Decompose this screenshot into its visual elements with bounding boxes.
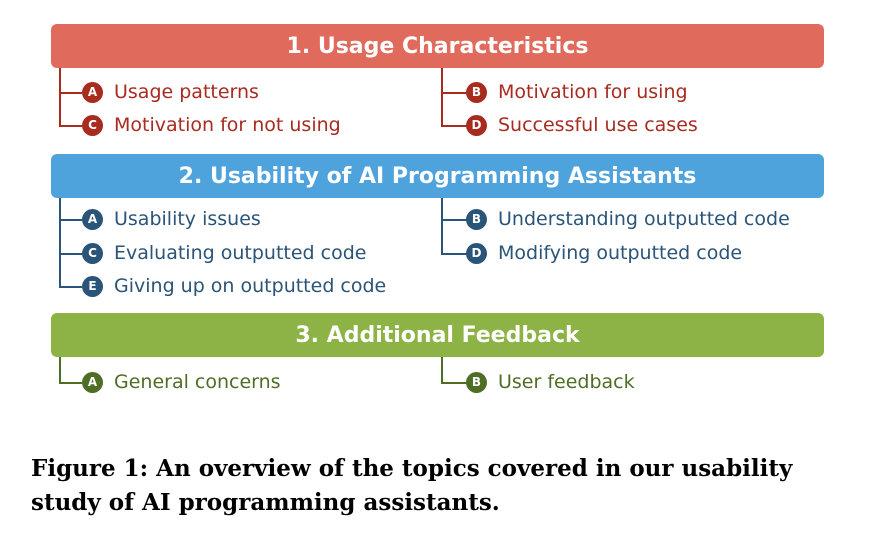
badge-b-icon: B [466,81,487,103]
topic-label: Successful use cases [498,114,698,136]
badge-e-icon: E [82,275,103,297]
tree-branch [441,125,468,127]
topic-label: Usability issues [114,208,261,230]
tree-branch [441,253,468,255]
topic-label: Giving up on outputted code [114,275,387,297]
tree-branch [441,382,468,384]
topic-item: E Giving up on outputted code [82,274,386,298]
tree-branch [59,286,82,288]
topic-label: General concerns [114,371,281,393]
tree-connector [59,68,61,125]
section-header: 2. Usability of AI Programming Assistant… [51,154,824,198]
topic-item: C Evaluating outputted code [82,241,366,265]
badge-d-icon: D [466,114,487,136]
figure-caption: Figure 1: An overview of the topics cove… [31,455,793,516]
badge-a-icon: A [82,81,103,103]
badge-c-icon: C [82,242,103,264]
badge-a-icon: A [82,371,103,393]
tree-branch [441,92,468,94]
topic-item: B Motivation for using [466,80,688,104]
tree-connector [59,198,61,286]
section-header: 1. Usage Characteristics [51,24,824,68]
tree-connector [59,357,61,382]
tree-branch [59,125,82,127]
topic-label: Evaluating outputted code [114,242,367,264]
topic-item: A Usage patterns [82,80,259,104]
badge-c-icon: C [82,114,103,136]
topic-item: A Usability issues [82,207,261,231]
topic-label: User feedback [498,371,635,393]
badge-a-icon: A [82,208,103,230]
topic-label: Motivation for using [498,81,688,103]
topic-label: Usage patterns [114,81,259,103]
topic-item: D Successful use cases [466,113,698,137]
badge-b-icon: B [466,208,487,230]
topic-label: Understanding outputted code [498,208,790,230]
topic-label: Modifying outputted code [498,242,743,264]
topic-item: D Modifying outputted code [466,241,742,265]
badge-d-icon: D [466,242,487,264]
tree-branch [441,219,468,221]
section-header: 3. Additional Feedback [51,313,824,357]
tree-connector [441,198,443,253]
topic-item: C Motivation for not using [82,113,341,137]
tree-connector [441,357,443,382]
tree-branch [59,253,82,255]
tree-branch [59,219,82,221]
topic-item: B Understanding outputted code [466,207,790,231]
badge-b-icon: B [466,371,487,393]
tree-branch [59,382,82,384]
tree-branch [59,92,82,94]
topic-item: A General concerns [82,370,281,394]
topic-label: Motivation for not using [114,114,341,136]
topic-item: B User feedback [466,370,635,394]
tree-connector [441,68,443,125]
